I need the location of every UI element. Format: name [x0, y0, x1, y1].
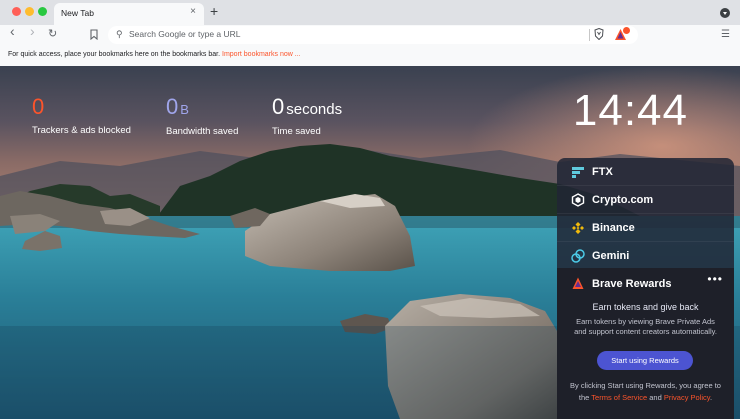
terms-of-service-link[interactable]: Terms of Service [591, 393, 647, 402]
ftx-icon [572, 167, 584, 178]
address-separator [589, 29, 590, 41]
rewards-legal-text: By clicking Start using Rewards, you agr… [565, 380, 726, 403]
address-placeholder: Search Google or type a URL [129, 29, 241, 39]
new-tab-page: 0 Trackers & ads blocked 0B Bandwidth sa… [0, 66, 740, 419]
bandwidth-saved-stat: 0B Bandwidth saved [166, 94, 239, 138]
crypto-com-icon [571, 193, 585, 207]
more-options-icon[interactable]: ••• [707, 272, 723, 286]
close-window-button[interactable] [12, 7, 21, 16]
new-tab-button[interactable]: + [210, 4, 218, 18]
bandwidth-saved-unit: B [180, 102, 189, 117]
rewards-heading: Earn tokens and give back [592, 302, 699, 312]
search-icon: ⚲ [116, 29, 123, 39]
main-menu-button[interactable]: ☰ [721, 29, 730, 40]
rewards-card-title: Brave Rewards [592, 278, 672, 290]
import-bookmarks-link[interactable]: Import bookmarks now ... [222, 51, 301, 58]
time-saved-stat: 0 seconds Time saved [272, 94, 343, 138]
bookmarks-message-row: For quick access, place your bookmarks h… [8, 51, 301, 58]
browser-window: New Tab × + ‹ › ↻ ⚲ Search Google or typ… [0, 0, 740, 419]
rewards-description: Earn tokens by viewing Brave Private Ads… [574, 317, 717, 336]
widget-label-ftx: FTX [592, 166, 613, 178]
legal-period: . [709, 392, 713, 402]
tab-strip: New Tab × + [0, 0, 740, 25]
zoom-window-button[interactable] [38, 7, 47, 16]
reload-button[interactable]: ↻ [48, 28, 57, 40]
tab-close-icon[interactable]: × [190, 6, 196, 17]
time-saved-label: Time saved [272, 126, 321, 137]
widget-tab-binance[interactable]: Binance [557, 214, 734, 242]
widget-tab-crypto-com[interactable]: Crypto.com [557, 186, 734, 214]
trackers-blocked-count: 0 [32, 94, 45, 119]
tab-title: New Tab [61, 8, 94, 18]
brave-shields-icon[interactable] [594, 28, 604, 40]
trackers-blocked-label: Trackers & ads blocked [32, 125, 131, 136]
address-bar[interactable]: ⚲ Search Google or type a URL [108, 26, 638, 44]
bookmark-icon[interactable] [90, 29, 98, 40]
binance-icon [572, 222, 584, 234]
bookmarks-message: For quick access, place your bookmarks h… [8, 51, 221, 58]
clock: 14:44 [572, 86, 688, 135]
widget-tab-ftx[interactable]: FTX [557, 158, 734, 186]
tab-new-tab[interactable]: New Tab × [54, 3, 204, 25]
forward-button[interactable]: › [30, 24, 35, 38]
legal-and: and [649, 392, 662, 402]
toolbar: ‹ › ↻ ⚲ Search Google or type a URL ☰ [0, 24, 740, 45]
widget-label-crypto-com: Crypto.com [592, 194, 654, 206]
rewards-badge [623, 27, 630, 34]
bat-logo-icon [572, 277, 584, 289]
tab-search-dropdown-icon[interactable] [720, 8, 730, 18]
trackers-blocked-stat: 0 Trackers & ads blocked [32, 94, 131, 137]
back-button[interactable]: ‹ [10, 24, 15, 38]
minimize-window-button[interactable] [25, 7, 34, 16]
bandwidth-saved-label: Bandwidth saved [166, 126, 239, 137]
widget-label-gemini: Gemini [592, 250, 630, 262]
gemini-icon [571, 249, 585, 263]
start-using-rewards-button[interactable]: Start using Rewards [597, 351, 693, 370]
brave-rewards-card: Brave Rewards ••• Earn tokens and give b… [557, 268, 734, 419]
widget-tab-gemini[interactable]: Gemini [557, 242, 734, 270]
privacy-policy-link[interactable]: Privacy Policy [664, 393, 710, 402]
crypto-widget-stack: FTX Crypto.com Binance Gemini Brave Rewa… [557, 158, 734, 419]
time-saved-count: 0 [272, 94, 285, 119]
time-saved-unit: seconds [286, 101, 343, 118]
widget-label-binance: Binance [592, 222, 635, 234]
bandwidth-saved-count: 0 [166, 94, 179, 119]
bookmarks-bar: For quick access, place your bookmarks h… [0, 45, 740, 67]
